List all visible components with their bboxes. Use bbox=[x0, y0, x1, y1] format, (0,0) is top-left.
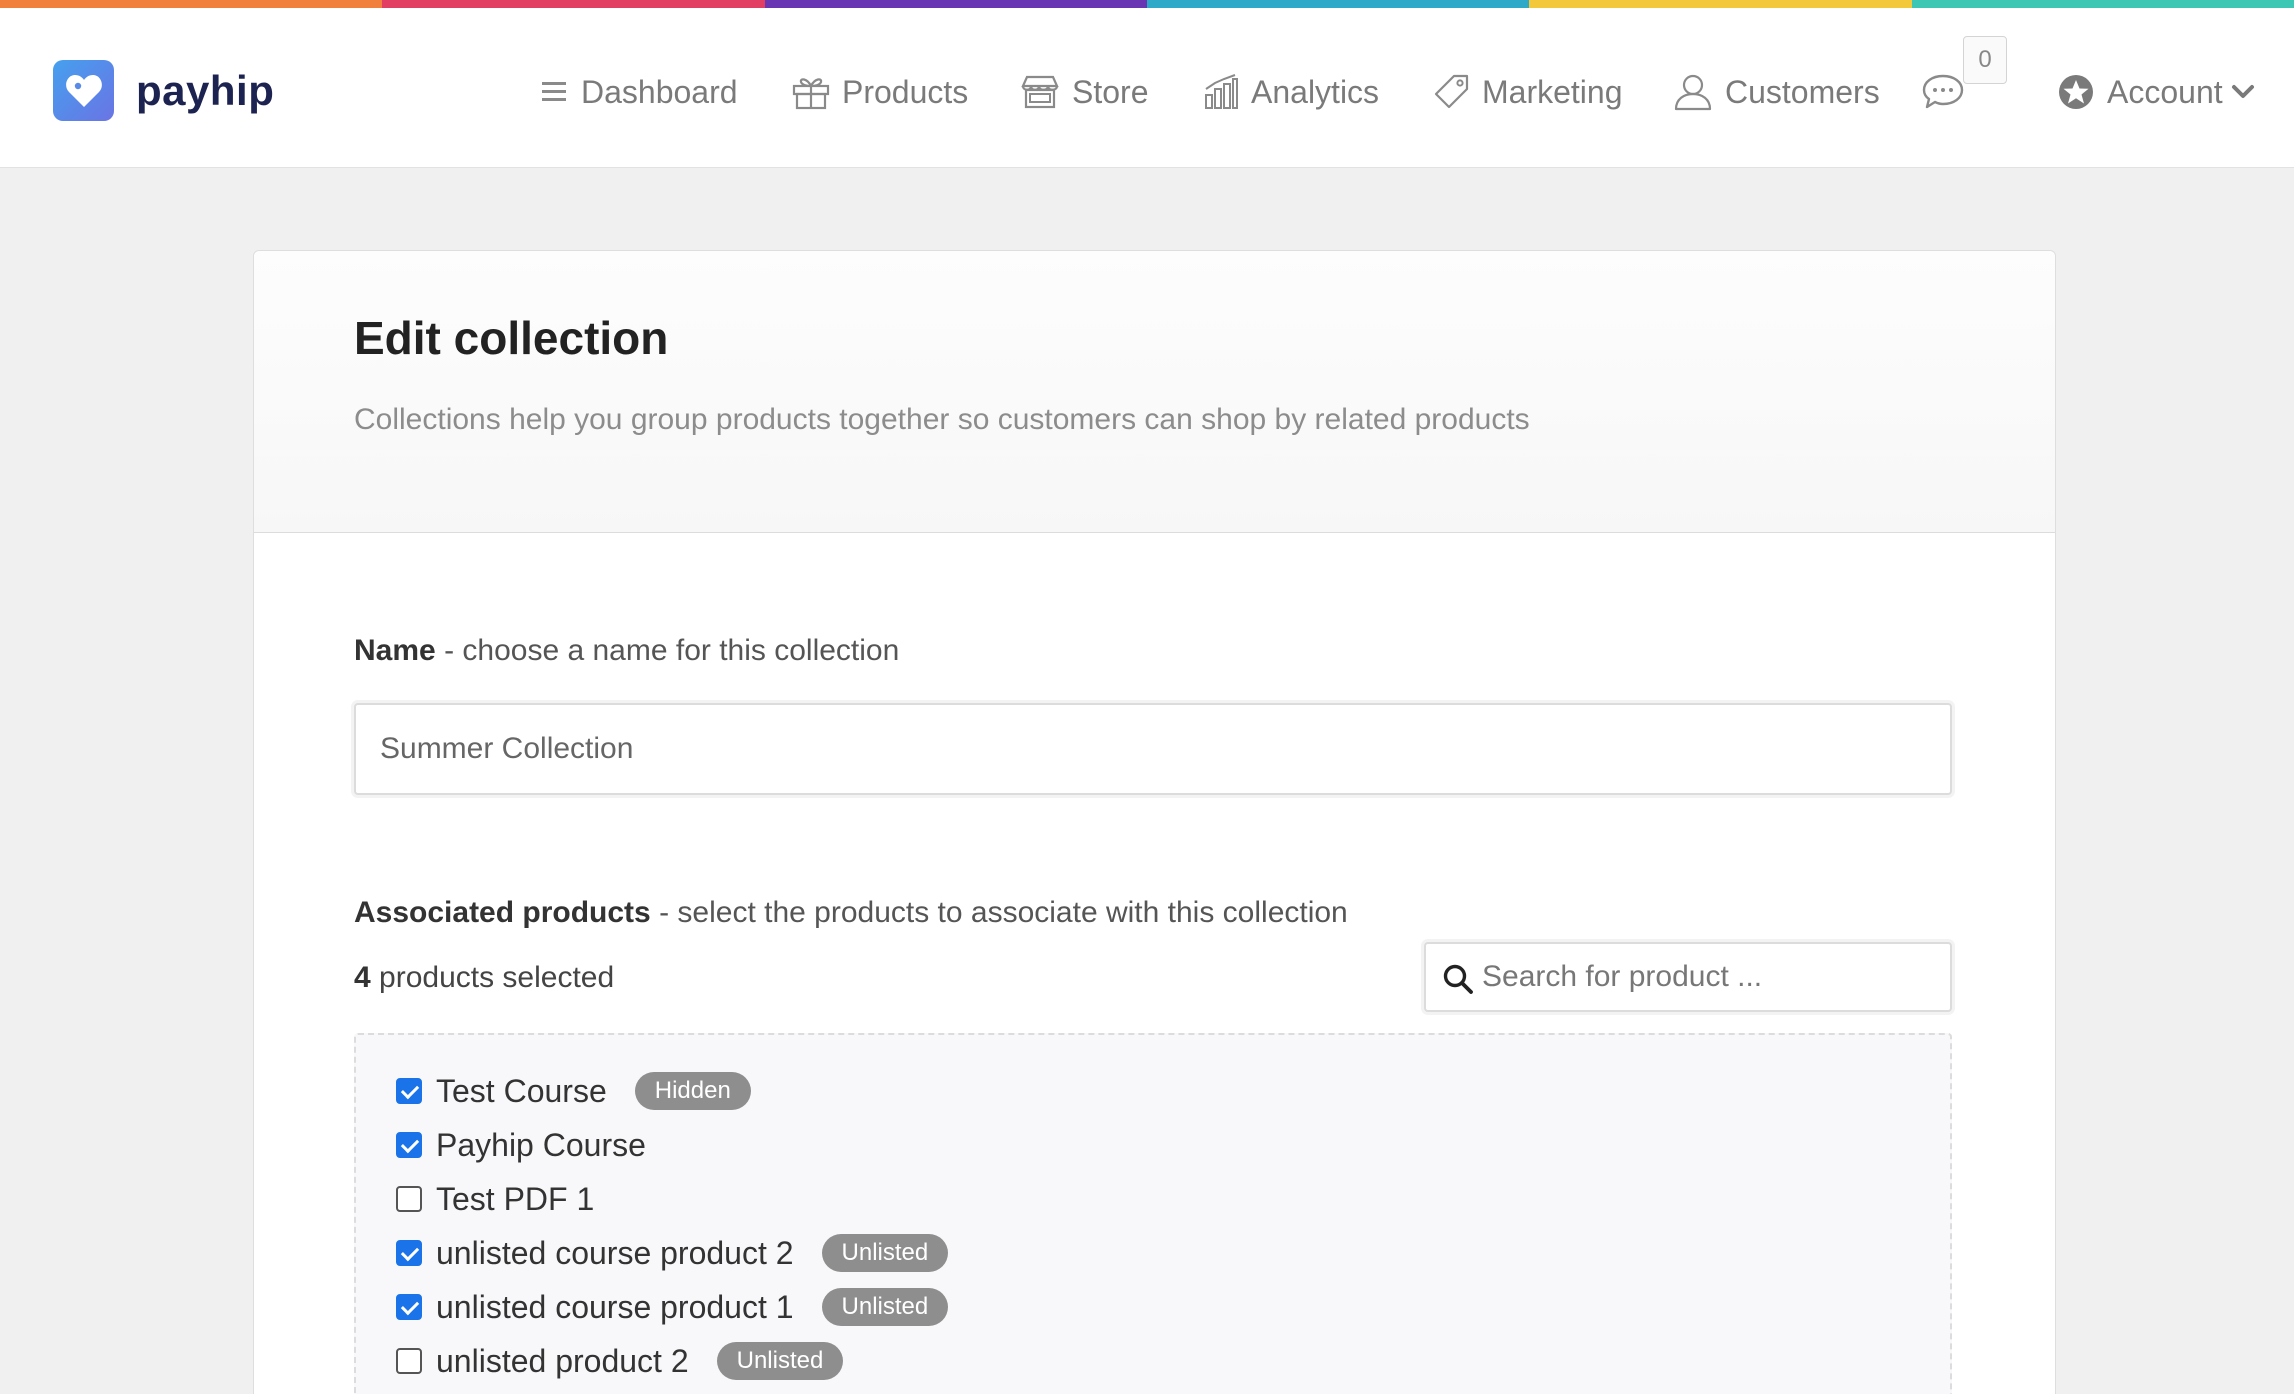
selected-count-suffix: products selected bbox=[379, 961, 615, 994]
status-badge: Hidden bbox=[634, 1072, 751, 1110]
chevron-down-icon bbox=[2231, 85, 2254, 98]
nav-dashboard[interactable]: Dashboard bbox=[541, 64, 738, 120]
nav-label: Marketing bbox=[1482, 73, 1623, 110]
nav-account[interactable]: Account bbox=[2057, 64, 2255, 120]
name-field-label: Name - choose a name for this collection bbox=[354, 634, 899, 668]
product-search-input[interactable] bbox=[1482, 952, 1942, 1002]
products-label: Associated products bbox=[354, 896, 651, 929]
payhip-logo[interactable]: payhip bbox=[53, 60, 274, 121]
color-strip-segment bbox=[1146, 0, 1530, 8]
brand-name: payhip bbox=[136, 66, 275, 114]
nav-label: Products bbox=[842, 73, 969, 110]
color-strip-segment bbox=[382, 0, 765, 8]
product-search[interactable] bbox=[1424, 942, 1952, 1012]
name-hint: - choose a name for this collection bbox=[444, 634, 900, 667]
nav-label: Dashboard bbox=[581, 73, 738, 110]
logo-icon bbox=[53, 60, 114, 121]
store-icon bbox=[1021, 75, 1059, 109]
nav-store[interactable]: Store bbox=[1020, 64, 1148, 120]
product-item[interactable]: unlisted product 2 Unlisted bbox=[396, 1341, 844, 1381]
card-header: Edit collection Collections help you gro… bbox=[254, 251, 2055, 533]
brand-color-strip bbox=[0, 0, 2294, 8]
product-item[interactable]: Test Course Hidden bbox=[396, 1071, 751, 1111]
product-checkbox[interactable] bbox=[396, 1078, 422, 1104]
status-badge: Unlisted bbox=[821, 1288, 949, 1326]
color-strip-segment bbox=[1911, 0, 2294, 8]
nav-products[interactable]: Products bbox=[792, 64, 968, 120]
nav-label: Analytics bbox=[1251, 73, 1380, 110]
product-name: unlisted course product 1 bbox=[436, 1288, 794, 1325]
nav-analytics[interactable]: Analytics bbox=[1203, 64, 1379, 120]
product-name: Payhip Course bbox=[436, 1126, 646, 1163]
chat-icon bbox=[1922, 74, 1964, 109]
products-hint: - select the products to associate with … bbox=[659, 896, 1348, 929]
nav-label: Account bbox=[2107, 73, 2223, 110]
user-icon bbox=[1674, 74, 1712, 111]
nav-marketing[interactable]: Marketing bbox=[1432, 64, 1623, 120]
status-badge: Unlisted bbox=[716, 1342, 844, 1380]
nav-label: Store bbox=[1072, 73, 1149, 110]
star-icon bbox=[2059, 75, 2093, 109]
product-name: unlisted product 2 bbox=[436, 1342, 689, 1379]
top-navigation-bar: payhip Dashboard Products Store Analytic… bbox=[0, 8, 2294, 168]
name-label: Name bbox=[354, 634, 436, 667]
product-checkbox[interactable] bbox=[396, 1186, 422, 1212]
page-title: Edit collection bbox=[354, 312, 669, 364]
selected-count-number: 4 bbox=[354, 961, 371, 994]
product-item[interactable]: Payhip Course bbox=[396, 1125, 646, 1165]
selected-products-count: 4 products selected bbox=[354, 961, 614, 995]
product-name: unlisted course product 2 bbox=[436, 1234, 794, 1271]
product-item[interactable]: unlisted course product 2 Unlisted bbox=[396, 1233, 949, 1273]
color-strip-segment bbox=[764, 0, 1147, 8]
status-badge: Unlisted bbox=[821, 1234, 949, 1272]
chart-icon bbox=[1205, 74, 1238, 109]
product-name: Test PDF 1 bbox=[436, 1180, 595, 1217]
collection-name-input[interactable] bbox=[354, 703, 1952, 795]
product-checkbox[interactable] bbox=[396, 1240, 422, 1266]
gift-icon bbox=[792, 78, 830, 110]
search-icon bbox=[1443, 964, 1473, 994]
product-checkbox[interactable] bbox=[396, 1294, 422, 1320]
edit-collection-card: Edit collection Collections help you gro… bbox=[253, 250, 2056, 1394]
message-count-badge: 0 bbox=[1963, 36, 2007, 84]
color-strip-segment bbox=[0, 0, 383, 8]
product-item[interactable]: Test PDF 1 bbox=[396, 1179, 594, 1219]
product-checkbox[interactable] bbox=[396, 1132, 422, 1158]
product-checkbox[interactable] bbox=[396, 1348, 422, 1374]
tag-icon bbox=[1434, 74, 1469, 109]
product-item[interactable]: unlisted course product 1 Unlisted bbox=[396, 1287, 949, 1327]
color-strip-segment bbox=[1529, 0, 1912, 8]
products-field-label: Associated products - select the product… bbox=[354, 896, 1348, 930]
menu-icon bbox=[542, 82, 566, 101]
product-name: Test Course bbox=[436, 1072, 607, 1109]
nav-label: Customers bbox=[1725, 73, 1880, 110]
page-subtitle: Collections help you group products toge… bbox=[354, 403, 1530, 436]
nav-customers[interactable]: Customers bbox=[1673, 64, 1880, 120]
product-checklist: Test Course Hidden Payhip Course Test PD… bbox=[354, 1033, 1952, 1394]
